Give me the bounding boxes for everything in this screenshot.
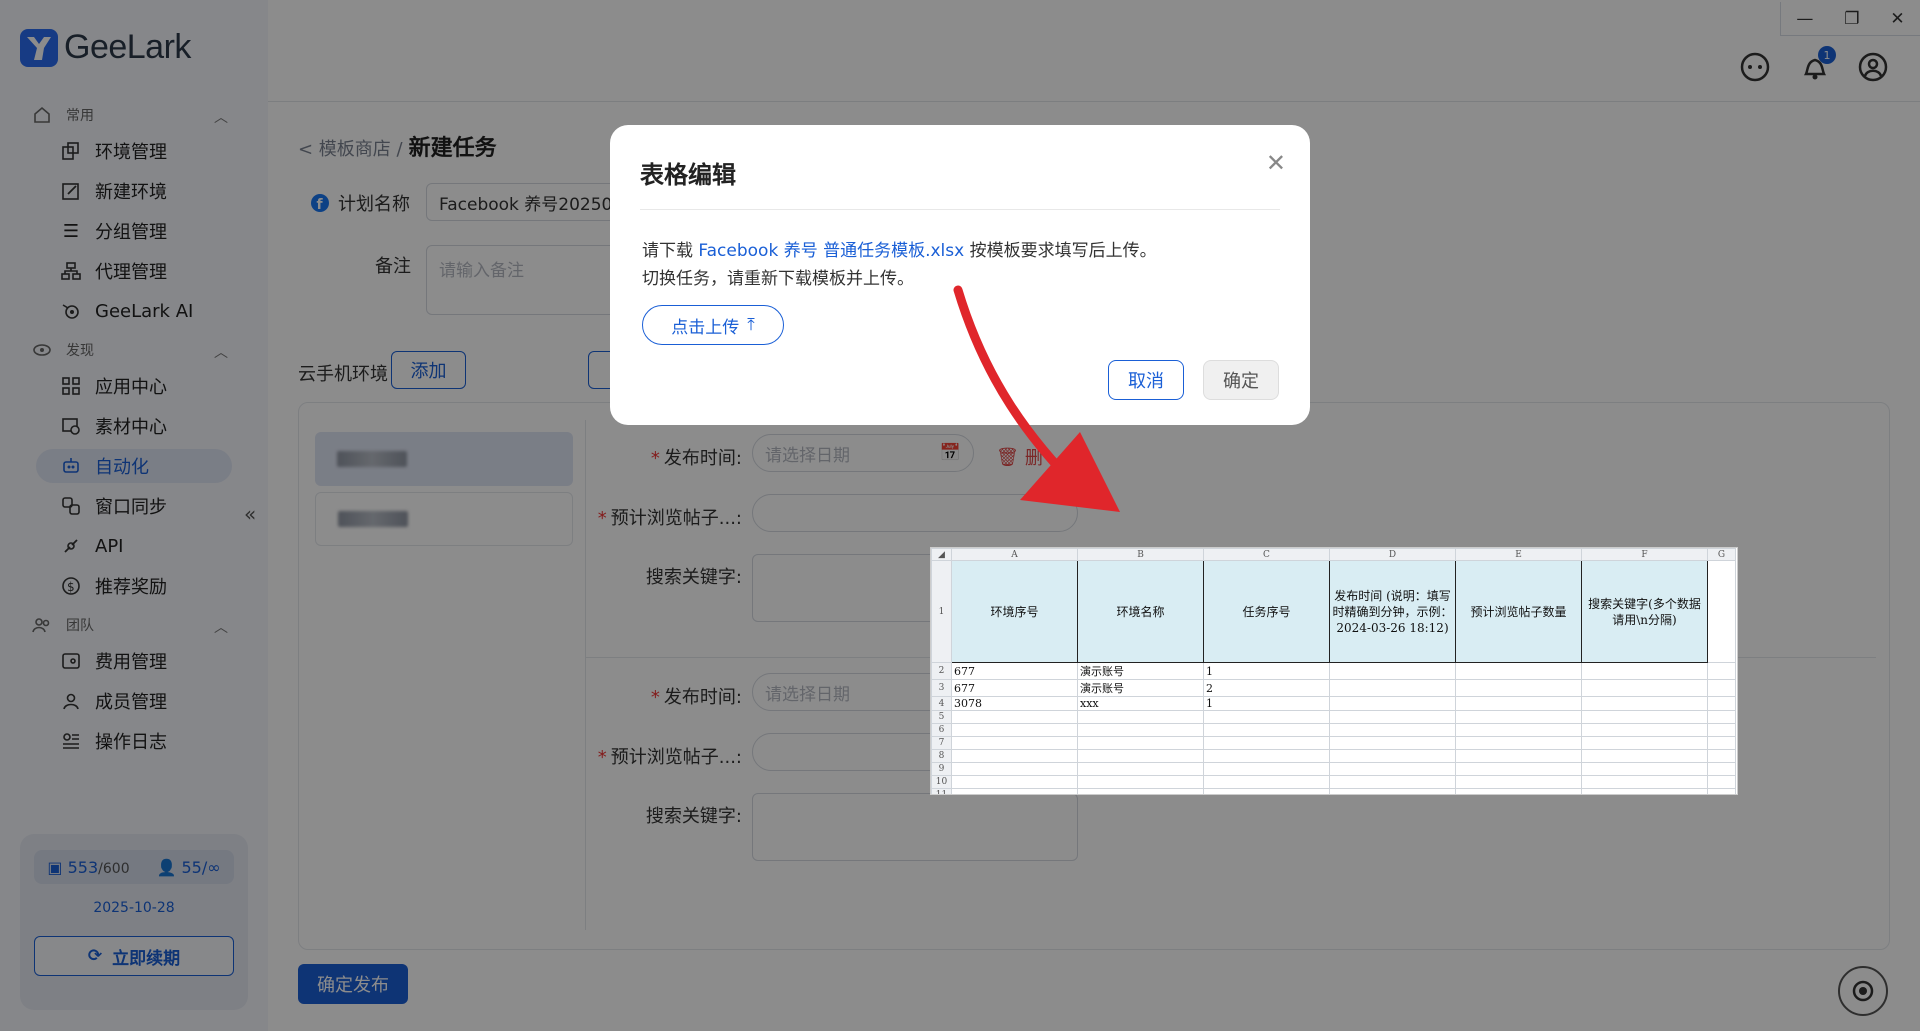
sheet-cell: 3078 [951,696,1078,711]
sheet-col-letter: G [1707,548,1736,561]
sheet-row-number: 5 [931,710,952,724]
sheet-cell: 1 [1203,696,1330,711]
sheet-col-letter: D [1329,548,1456,561]
upload-label: 点击上传 [671,317,740,338]
sheet-blank-row: 10 [931,775,1736,789]
sheet-row-number: 3 [931,679,952,697]
sheet-blank-row: 7 [931,736,1736,750]
sheet-cell: 677 [951,679,1078,697]
sheet-cell [1455,679,1582,697]
sheet-row-number: 8 [931,749,952,763]
sheet-col-letter: A [951,548,1078,561]
sheet-row-number: 1 [931,560,952,663]
sheet-blank-row: 11 [931,788,1736,794]
sheet-row-number: 10 [931,775,952,789]
confirm-button[interactable]: 确定 [1203,360,1279,400]
template-sheet-preview: ◢ A B C D E F G 1 环境序号 环境名称 任务序号 发布时间 (说… [930,547,1738,795]
sheet-header-cell: 预计浏览帖子数量 [1455,560,1582,663]
sheet-cell [1455,696,1582,711]
dialog-title: 表格编辑 [640,161,736,189]
sheet-edit-dialog: 表格编辑 ✕ 请下载 Facebook 养号 普通任务模板.xlsx 按模板要求… [610,125,1310,425]
sheet-header-cell: 环境序号 [951,560,1078,663]
sheet-row-number: 7 [931,736,952,750]
sheet-cell: xxx [1077,696,1204,711]
sheet-header-cell: 环境名称 [1077,560,1204,663]
sheet-header-cell: 任务序号 [1203,560,1330,663]
dialog-divider [640,209,1280,210]
sheet-cell [1455,662,1582,680]
close-icon[interactable]: ✕ [1266,149,1286,177]
upload-button[interactable]: 点击上传 ⤒ [642,305,784,345]
sheet-cell [1329,696,1456,711]
sheet-row-number: 9 [931,762,952,776]
sheet-row-number: 6 [931,723,952,737]
sheet-blank-row: 9 [931,762,1736,776]
dialog-instructions: 请下载 Facebook 养号 普通任务模板.xlsx 按模板要求填写后上传。 … [642,237,1157,293]
sheet-data-row: 4 3078 xxx 1 [931,696,1736,711]
sheet-data-row: 3 677 演示账号 2 [931,679,1736,697]
sheet-cell: 演示账号 [1077,662,1204,680]
sheet-blank-row: 6 [931,723,1736,737]
sheet-col-letter: B [1077,548,1204,561]
sheet-row-number: 11 [931,788,952,794]
sheet-row-number: 2 [931,662,952,680]
sheet-header-cell: 发布时间 (说明：填写时精确到分钟，示例：2024-03-26 18:12) [1329,560,1456,663]
sheet-header-cell: 搜索关键字(多个数据请用\n分隔) [1581,560,1708,663]
upload-icon: ⤒ [747,315,755,335]
sheet-cell [1707,679,1736,697]
sheet-header-row: 1 环境序号 环境名称 任务序号 发布时间 (说明：填写时精确到分钟，示例：20… [931,560,1736,663]
sheet-blank-row: 8 [931,749,1736,763]
sheet-col-letter: C [1203,548,1330,561]
sheet-row-number: 4 [931,696,952,711]
sheet-corner-cell: ◢ [931,548,952,561]
sheet-cell [1707,662,1736,680]
sheet-cell [1581,679,1708,697]
sheet-cell: 677 [951,662,1078,680]
sheet-data-row: 2 677 演示账号 1 [931,662,1736,680]
sheet-col-letter: E [1455,548,1582,561]
sheet-cell: 演示账号 [1077,679,1204,697]
cancel-button[interactable]: 取消 [1108,360,1184,400]
sheet-cell [1581,696,1708,711]
sheet-cell: 1 [1203,662,1330,680]
sheet-cell: 2 [1203,679,1330,697]
sheet-empty-cell [1707,560,1736,663]
sheet-blank-row: 5 [931,710,1736,724]
sheet-col-letter: F [1581,548,1708,561]
sheet-cell [1707,696,1736,711]
instruction-line2: 切换任务，请重新下载模板并上传。 [642,269,914,289]
sheet-cell [1329,662,1456,680]
sheet-column-header-row: ◢ A B C D E F G [931,548,1736,561]
template-download-link[interactable]: Facebook 养号 普通任务模板.xlsx [698,241,964,261]
instruction-prefix: 请下载 [642,241,699,261]
sheet-cell [1581,662,1708,680]
instruction-suffix: 按模板要求填写后上传。 [964,241,1157,261]
sheet-cell [1329,679,1456,697]
